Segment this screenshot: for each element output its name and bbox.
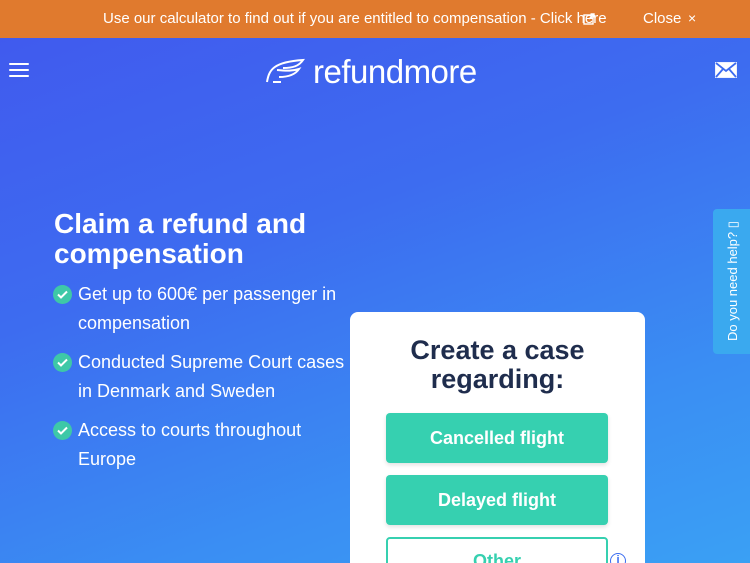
external-link-icon[interactable] bbox=[583, 12, 595, 29]
delayed-flight-button[interactable]: Delayed flight bbox=[386, 475, 608, 525]
feature-item: Conducted Supreme Court cases in Denmark… bbox=[53, 348, 353, 406]
info-icon[interactable]: i bbox=[610, 553, 626, 563]
cancelled-flight-button[interactable]: Cancelled flight bbox=[386, 413, 608, 463]
hero-title: Claim a refund and compensation bbox=[54, 208, 307, 269]
mail-icon[interactable] bbox=[715, 62, 737, 83]
create-case-card: Create a case regarding: Cancelled fligh… bbox=[350, 312, 645, 563]
help-tab[interactable]: Do you need help? ▯ bbox=[713, 209, 750, 354]
banner-close-button[interactable]: Close bbox=[643, 10, 681, 27]
close-icon[interactable]: × bbox=[688, 10, 696, 26]
compensation-banner[interactable]: Use our calculator to find out if you ar… bbox=[0, 0, 750, 38]
other-button[interactable]: Other bbox=[386, 537, 608, 563]
check-circle-icon bbox=[53, 421, 72, 440]
check-circle-icon bbox=[53, 285, 72, 304]
banner-link-text[interactable]: Use our calculator to find out if you ar… bbox=[103, 10, 607, 27]
check-circle-icon bbox=[53, 353, 72, 372]
feature-text: Conducted Supreme Court cases in Denmark… bbox=[78, 352, 345, 401]
feature-text: Get up to 600€ per passenger in compensa… bbox=[78, 284, 337, 333]
logo-text: refundmore bbox=[313, 53, 477, 90]
card-title: Create a case regarding: bbox=[410, 335, 585, 394]
feature-item: Get up to 600€ per passenger in compensa… bbox=[53, 280, 353, 338]
site-header: refundmore bbox=[0, 38, 750, 103]
feature-item: Access to courts throughout Europe bbox=[53, 416, 353, 474]
feature-text: Access to courts throughout Europe bbox=[78, 420, 302, 469]
hamburger-menu-icon[interactable] bbox=[9, 63, 29, 78]
help-tab-label: Do you need help? ▯ bbox=[725, 221, 740, 341]
wing-logo-icon bbox=[266, 58, 305, 83]
feature-list: Get up to 600€ per passenger in compensa… bbox=[53, 280, 353, 484]
